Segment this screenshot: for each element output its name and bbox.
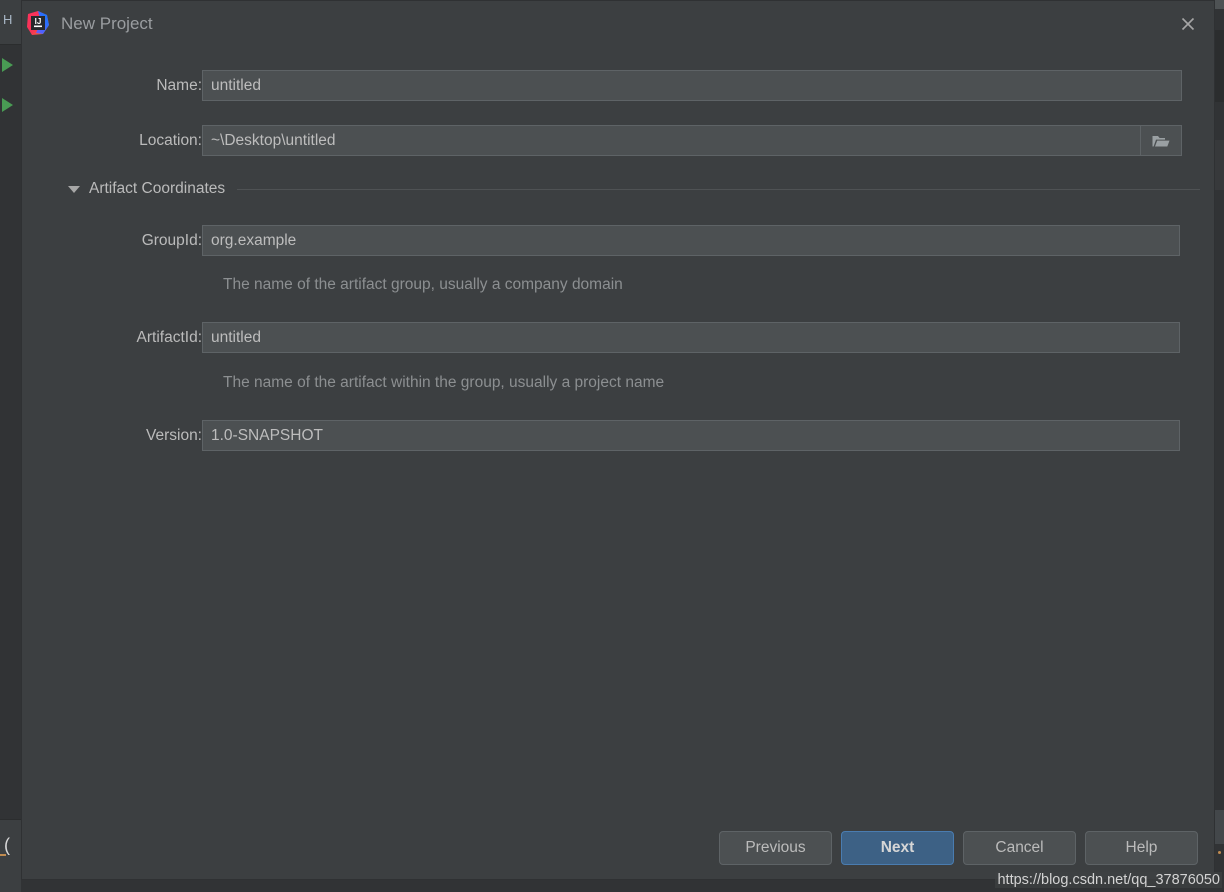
ide-right-band — [1215, 810, 1224, 844]
groupid-label: GroupId: — [141, 231, 202, 249]
intellij-idea-logo-icon: IJ — [25, 10, 51, 36]
artifactid-field-row: ArtifactId: untitled — [49, 322, 1180, 353]
help-button[interactable]: Help — [1085, 831, 1198, 865]
name-field-row: Name: untitled — [49, 70, 1182, 101]
artifactid-hint-text: The name of the artifact within the grou… — [223, 374, 665, 391]
dialog-title: New Project — [61, 14, 153, 33]
dialog-titlebar: IJ New Project — [22, 1, 1214, 48]
svg-text:IJ: IJ — [35, 17, 42, 26]
version-label: Version: — [145, 426, 202, 444]
run-gutter-arrow-icon[interactable] — [2, 58, 13, 72]
ide-right-edge — [1215, 0, 1224, 892]
next-button[interactable]: Next — [841, 831, 954, 865]
artifactid-label: ArtifactId: — [136, 328, 202, 346]
location-input[interactable]: ~\Desktop\untitled — [202, 125, 1182, 156]
previous-button[interactable]: Previous — [719, 831, 832, 865]
name-label: Name: — [156, 76, 202, 94]
ide-right-band — [1215, 30, 1224, 102]
close-icon[interactable] — [1171, 8, 1205, 40]
section-divider — [237, 188, 1200, 190]
run-gutter-arrow-icon[interactable] — [2, 98, 13, 112]
ide-right-band — [1215, 0, 1224, 9]
artifact-coordinates-section-toggle[interactable]: Artifact Coordinates — [68, 180, 1200, 198]
artifactid-input[interactable]: untitled — [202, 322, 1180, 353]
new-project-dialog: IJ New Project Name: untitled Location: … — [21, 0, 1215, 880]
groupid-hint-text: The name of the artifact group, usually … — [223, 276, 623, 293]
cancel-button[interactable]: Cancel — [963, 831, 1076, 865]
ide-tab-label: H — [3, 12, 13, 27]
location-field-row: Location: ~\Desktop\untitled — [49, 125, 1182, 156]
ide-tab-strip: H — [0, 0, 21, 45]
dialog-button-bar: Previous Next Cancel Help — [719, 831, 1198, 865]
version-input[interactable]: 1.0-SNAPSHOT — [202, 420, 1180, 451]
name-input[interactable]: untitled — [202, 70, 1182, 101]
artifact-coordinates-label: Artifact Coordinates — [89, 180, 226, 197]
project-form: Name: untitled Location: ~\Desktop\untit… — [22, 48, 1214, 879]
ide-marker-dot — [1218, 851, 1221, 854]
groupid-field-row: GroupId: org.example — [49, 225, 1180, 256]
chevron-down-icon[interactable] — [68, 185, 80, 193]
watermark-text: https://blog.csdn.net/qq_37876050 — [995, 872, 1222, 888]
folder-icon[interactable] — [1140, 126, 1181, 155]
location-label: Location: — [139, 131, 202, 149]
ide-code-glyph: ( — [4, 835, 10, 855]
ide-status-bar-sliver: ( — [0, 819, 21, 892]
version-field-row: Version: 1.0-SNAPSHOT — [49, 420, 1180, 451]
groupid-input[interactable]: org.example — [202, 225, 1180, 256]
location-input-wrapper: ~\Desktop\untitled — [202, 125, 1182, 156]
ide-right-band — [1215, 140, 1224, 190]
ide-editor-gutter: H ( — [0, 0, 21, 892]
ide-caret-marker — [0, 854, 6, 856]
